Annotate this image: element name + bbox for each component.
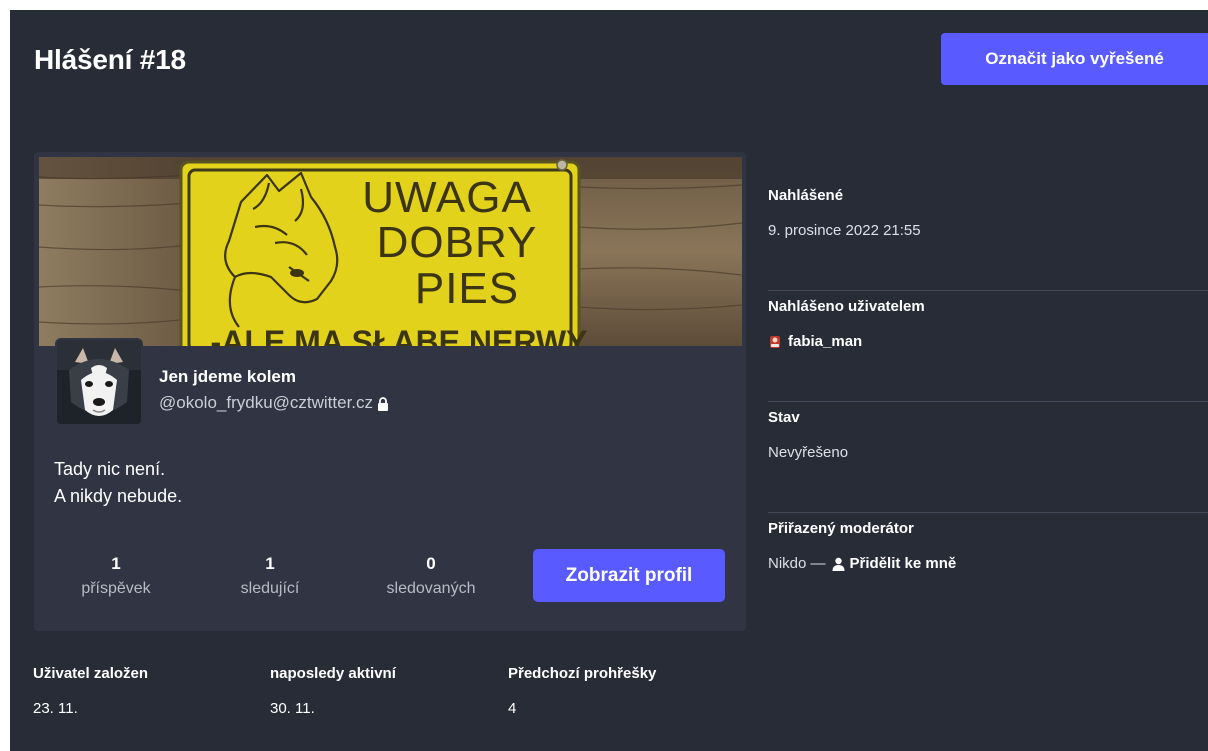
avatar[interactable] [55, 338, 143, 426]
lock-icon [377, 396, 389, 411]
meta-reporter: Nahlášeno uživatelem fabia_man [768, 291, 1208, 402]
reporter-username[interactable]: fabia_man [788, 333, 862, 350]
previous-strikes: Předchozí prohřešky 4 [508, 665, 656, 717]
stat-posts-label: příspěvek [81, 580, 151, 597]
stat-followers-value: 1 [265, 554, 275, 573]
profile-account-handle[interactable]: @okolo_frydku@cztwitter.cz [159, 393, 389, 413]
meta-status-label: Stav [768, 409, 800, 426]
page-title: Hlášení #18 [34, 44, 186, 75]
profile-bio: Tady nic není. A nikdy nebude. [54, 456, 182, 510]
meta-moderator-row: Nikdo — Přidělit ke mně [768, 555, 1208, 572]
meta-reported-value: 9. prosince 2022 21:55 [768, 222, 921, 239]
meta-reported-at: Nahlášené 9. prosince 2022 21:55 [768, 180, 1208, 291]
account-handle-text: @okolo_frydku@cztwitter.cz [159, 393, 374, 412]
stat-posts[interactable]: 1 příspěvek [51, 554, 181, 600]
last-active: naposledy aktivní 30. 11. [270, 665, 396, 717]
bio-line: A nikdy nebude. [54, 486, 183, 506]
stat-followers[interactable]: 1 sledující [205, 554, 335, 600]
sign-line-3: PIES [415, 264, 519, 313]
assign-to-me-link[interactable]: Přidělit ke mně [832, 555, 957, 572]
sign-line-4: -ALE MA SŁABE NERWY [211, 324, 588, 346]
account-created: Uživatel založen 23. 11. [33, 665, 148, 717]
profile-card: UWAGA DOBRY PIES -ALE MA SŁABE NERWY Jen… [34, 152, 746, 631]
reporter-avatar-icon [768, 335, 782, 349]
previous-strikes-value: 4 [508, 700, 517, 717]
last-active-value: 30. 11. [270, 700, 315, 717]
meta-reporter-row[interactable]: fabia_man [768, 333, 1208, 350]
report-metadata: Nahlášené 9. prosince 2022 21:55 Nahláše… [768, 180, 1208, 624]
stat-posts-value: 1 [111, 554, 121, 573]
meta-status-value: Nevyřešeno [768, 444, 849, 461]
assign-to-me-label: Přidělit ke mně [849, 555, 957, 572]
stat-following-label: sledovaných [386, 580, 476, 597]
meta-moderator: Přiřazený moderátor Nikdo — Přidělit ke … [768, 513, 1208, 624]
sign-line-1: UWAGA [362, 173, 532, 222]
profile-display-name[interactable]: Jen jdeme kolem [159, 367, 296, 387]
bio-line: Tady nic není. [54, 459, 166, 479]
report-page: Hlášení #18 Označit jako vyřešené UWAGA … [10, 10, 1208, 751]
meta-reported-label: Nahlášené [768, 187, 844, 204]
meta-moderator-label: Přiřazený moderátor [768, 520, 914, 537]
meta-reporter-label: Nahlášeno uživatelem [768, 298, 925, 315]
last-active-label: naposledy aktivní [270, 665, 396, 682]
meta-status: Stav Nevyřešeno [768, 402, 1208, 513]
stat-following[interactable]: 0 sledovaných [366, 554, 496, 600]
account-created-label: Uživatel založen [33, 665, 149, 682]
user-icon [832, 557, 846, 571]
moderator-value: Nikdo — [768, 555, 826, 572]
view-profile-button[interactable]: Zobrazit profil [533, 549, 725, 602]
previous-strikes-label: Předchozí prohřešky [508, 665, 657, 682]
mark-resolved-button[interactable]: Označit jako vyřešené [941, 33, 1208, 85]
account-created-value: 23. 11. [33, 700, 78, 717]
profile-header-image: UWAGA DOBRY PIES -ALE MA SŁABE NERWY [39, 157, 742, 346]
stat-following-value: 0 [426, 554, 436, 573]
stat-followers-label: sledující [240, 580, 300, 597]
sign-line-2: DOBRY [377, 218, 538, 267]
